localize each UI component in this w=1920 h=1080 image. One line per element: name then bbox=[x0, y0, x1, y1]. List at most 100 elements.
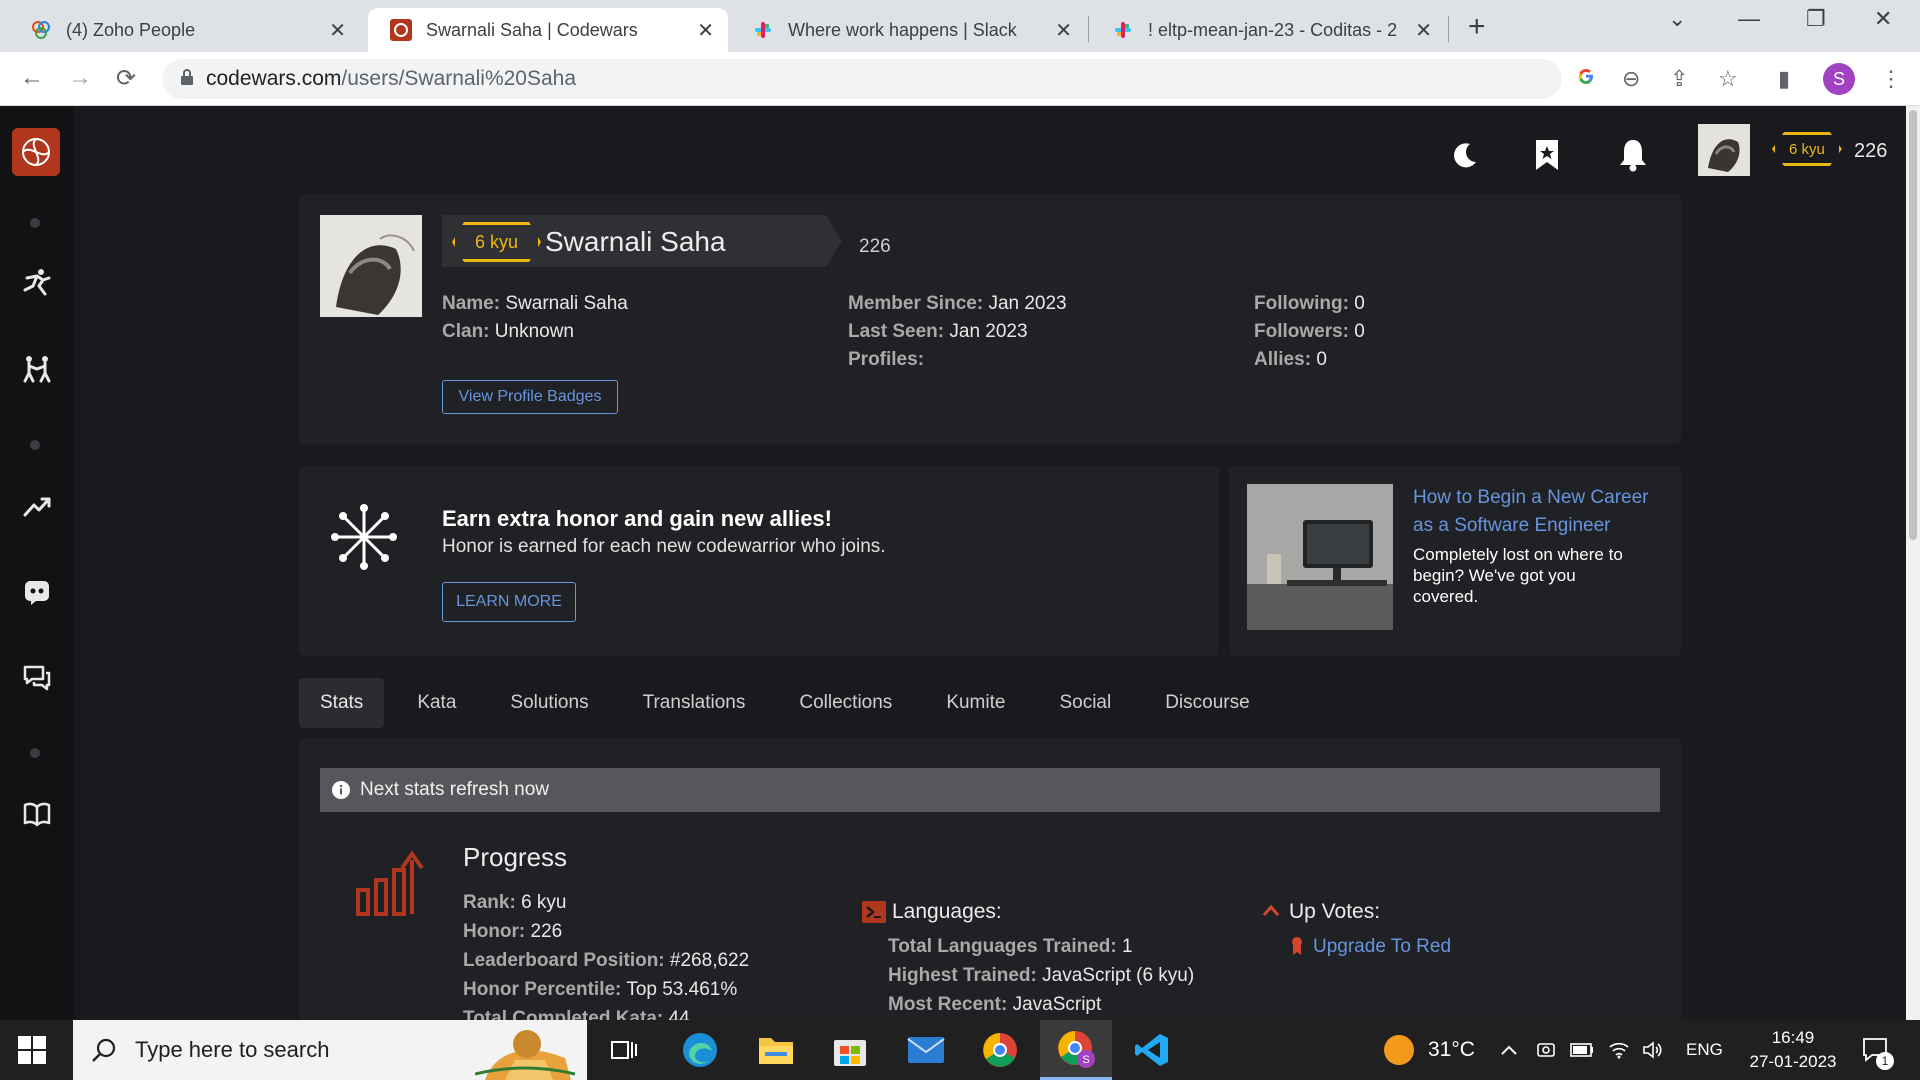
codewars-page: 6 kyu 226 6 kyu Swarnali Saha 226 Name: … bbox=[0, 106, 1920, 1020]
clock[interactable]: 16:49 27-01-2023 bbox=[1738, 1020, 1848, 1080]
header-avatar[interactable] bbox=[1698, 124, 1750, 181]
tab-title: Swarnali Saha | Codewars bbox=[426, 19, 638, 40]
reload-button[interactable]: ⟳ bbox=[116, 64, 136, 93]
header-rank-badge[interactable]: 6 kyu bbox=[1772, 132, 1842, 166]
tab-search-icon[interactable]: ⌄ bbox=[1668, 6, 1686, 32]
minimize-button[interactable]: — bbox=[1738, 6, 1760, 32]
dark-mode-toggle[interactable] bbox=[1450, 126, 1480, 175]
close-tab-icon[interactable]: ✕ bbox=[1415, 18, 1432, 43]
practice-icon[interactable] bbox=[19, 264, 55, 300]
edge-icon bbox=[683, 1033, 717, 1067]
moon-icon bbox=[1454, 143, 1476, 168]
close-tab-icon[interactable]: ✕ bbox=[697, 18, 714, 43]
network-spark-icon bbox=[331, 504, 397, 570]
search-highlight-illustration bbox=[475, 1030, 575, 1080]
scrollbar-thumb[interactable] bbox=[1909, 110, 1917, 540]
upgrade-to-red-link[interactable]: Upgrade To Red bbox=[1313, 936, 1451, 958]
stat-leaderboard-position: Leaderboard Position: #268,622 bbox=[463, 950, 750, 971]
windows-taskbar: Type here to search S 31°C ENG 16:49 27-… bbox=[0, 1020, 1920, 1080]
bookmarks-button[interactable] bbox=[1532, 126, 1562, 177]
browser-tab-zoho[interactable]: (4) Zoho People ✕ bbox=[8, 8, 360, 52]
volume-icon[interactable] bbox=[1642, 1020, 1664, 1080]
close-window-button[interactable]: ✕ bbox=[1874, 6, 1892, 32]
view-profile-badges-button[interactable]: View Profile Badges bbox=[442, 380, 618, 414]
discord-icon[interactable] bbox=[19, 574, 55, 610]
taskbar-chrome[interactable] bbox=[964, 1020, 1036, 1080]
taskbar-chrome-profile[interactable]: S bbox=[1040, 1020, 1112, 1080]
windows-start-button[interactable] bbox=[18, 1036, 46, 1069]
tab-discourse[interactable]: Discourse bbox=[1144, 678, 1270, 728]
profile-field-profiles: Profiles: bbox=[848, 349, 925, 370]
header-honor: 226 bbox=[1854, 140, 1888, 162]
profile-field-name: Name: Swarnali Saha bbox=[442, 293, 628, 314]
taskbar-vscode[interactable] bbox=[1116, 1020, 1188, 1080]
chevron-up-icon bbox=[1501, 1045, 1517, 1055]
referral-promo-card: Earn extra honor and gain new allies! Ho… bbox=[299, 466, 1219, 656]
leaderboard-trend-icon[interactable] bbox=[19, 488, 55, 524]
forum-chat-icon[interactable] bbox=[19, 660, 55, 696]
wifi-icon[interactable] bbox=[1608, 1020, 1630, 1080]
address-bar: ← → ⟳ codewars.com/users/Swarnali%20Saha… bbox=[0, 52, 1920, 106]
store-icon bbox=[834, 1040, 866, 1066]
back-button[interactable]: ← bbox=[20, 64, 44, 92]
input-language[interactable]: ENG bbox=[1686, 1020, 1723, 1080]
bookmark-star-icon[interactable]: ☆ bbox=[1718, 66, 1738, 92]
folder-icon bbox=[759, 1038, 793, 1064]
close-tab-icon[interactable]: ✕ bbox=[329, 18, 346, 43]
taskbar-microsoft-store[interactable] bbox=[814, 1020, 886, 1080]
share-icon[interactable]: ⇪ bbox=[1670, 66, 1688, 92]
browser-menu-icon[interactable]: ⋮ bbox=[1880, 66, 1902, 92]
temperature-text: 31°C bbox=[1428, 1038, 1475, 1061]
search-icon bbox=[91, 1037, 117, 1063]
restore-button[interactable]: ❐ bbox=[1806, 6, 1826, 32]
notifications-button[interactable] bbox=[1618, 126, 1648, 177]
browser-tab-slack-channel[interactable]: ! eltp-mean-jan-23 - Coditas - 2 ✕ bbox=[1090, 8, 1446, 52]
browser-tab-codewars[interactable]: Swarnali Saha | Codewars ✕ bbox=[368, 8, 728, 52]
browser-profile-avatar[interactable]: S bbox=[1823, 63, 1855, 95]
new-tab-button[interactable]: + bbox=[1468, 10, 1486, 44]
side-panel-icon[interactable]: ▮ bbox=[1778, 66, 1790, 92]
show-hidden-icons[interactable] bbox=[1500, 1020, 1518, 1080]
slack-favicon-icon bbox=[752, 19, 774, 41]
article-card[interactable]: How to Begin a New Career as a Software … bbox=[1229, 466, 1681, 656]
taskbar-mail[interactable] bbox=[890, 1020, 962, 1080]
zoom-icon[interactable]: ⊖ bbox=[1622, 66, 1640, 92]
upvote-chevron-icon bbox=[1262, 904, 1280, 916]
tab-collections[interactable]: Collections bbox=[778, 678, 913, 728]
tab-stats[interactable]: Stats bbox=[299, 678, 385, 728]
browser-tab-slack[interactable]: Where work happens | Slack ✕ bbox=[730, 8, 1086, 52]
compete-icon[interactable] bbox=[19, 351, 55, 387]
article-title-link[interactable]: How to Begin a New Career as a Software … bbox=[1413, 484, 1673, 540]
sidebar-divider-dot bbox=[30, 748, 40, 758]
battery-icon[interactable] bbox=[1570, 1020, 1594, 1080]
svg-text:S: S bbox=[1082, 1054, 1089, 1066]
url-input[interactable]: codewars.com/users/Swarnali%20Saha bbox=[162, 59, 1562, 99]
bookmark-icon bbox=[1536, 140, 1558, 170]
taskbar-search-box[interactable]: Type here to search bbox=[73, 1020, 587, 1080]
tab-title: (4) Zoho People bbox=[66, 19, 196, 40]
avatar-photo bbox=[1698, 124, 1750, 176]
learn-more-button[interactable]: LEARN MORE bbox=[442, 582, 576, 622]
notification-center-button[interactable]: 1 bbox=[1862, 1020, 1894, 1080]
meet-now-icon[interactable] bbox=[1536, 1020, 1556, 1080]
tab-kata[interactable]: Kata bbox=[396, 678, 477, 728]
sidebar bbox=[0, 106, 74, 1020]
browser-tab-bar: (4) Zoho People ✕ Swarnali Saha | Codewa… bbox=[0, 0, 1920, 52]
weather-widget[interactable]: 31°C bbox=[1384, 1020, 1475, 1080]
tab-translations[interactable]: Translations bbox=[622, 678, 767, 728]
profile-rank-badge[interactable]: 6 kyu bbox=[452, 222, 541, 262]
codewars-logo[interactable] bbox=[12, 128, 60, 176]
task-view-button[interactable] bbox=[588, 1020, 660, 1080]
url-text: codewars.com/users/Swarnali%20Saha bbox=[206, 67, 577, 90]
search-placeholder: Type here to search bbox=[135, 1037, 330, 1062]
tab-kumite[interactable]: Kumite bbox=[925, 678, 1026, 728]
taskbar-file-explorer[interactable] bbox=[740, 1020, 812, 1080]
google-icon[interactable] bbox=[1576, 66, 1596, 92]
tab-solutions[interactable]: Solutions bbox=[489, 678, 609, 728]
taskbar-edge[interactable] bbox=[664, 1020, 736, 1080]
forward-button[interactable]: → bbox=[68, 64, 92, 92]
page-scrollbar[interactable] bbox=[1906, 106, 1920, 1020]
docs-book-icon[interactable] bbox=[19, 796, 55, 832]
close-tab-icon[interactable]: ✕ bbox=[1055, 18, 1072, 43]
tab-social[interactable]: Social bbox=[1038, 678, 1132, 728]
